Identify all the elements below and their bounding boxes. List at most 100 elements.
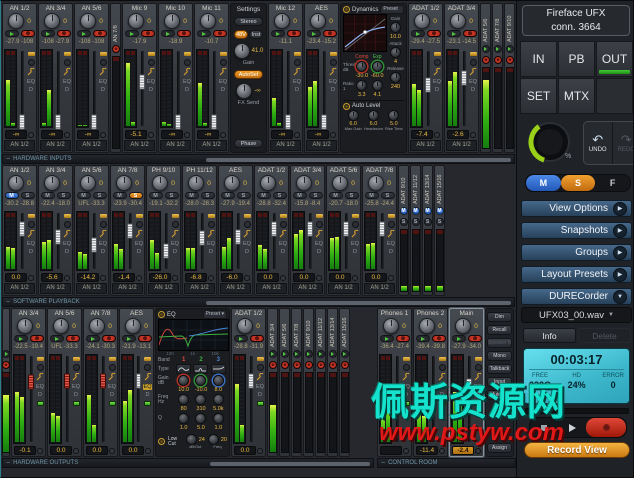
trim-button[interactable] — [219, 58, 227, 66]
wrench-icon[interactable] — [207, 230, 215, 238]
pan-knob[interactable] — [383, 318, 400, 334]
trim-button[interactable] — [108, 363, 116, 371]
scrollbar[interactable] — [206, 157, 511, 162]
dynamics-indicator[interactable]: D — [389, 249, 393, 255]
play-indicator[interactable] — [415, 335, 430, 342]
eq-indicator[interactable]: EQ — [99, 241, 107, 247]
mono-button[interactable]: Mono — [487, 351, 512, 361]
dynamics-indicator[interactable]: D — [74, 392, 78, 398]
record-indicator[interactable] — [20, 30, 35, 37]
assign-label[interactable]: AN 1/2 — [76, 283, 107, 294]
wrench-icon[interactable] — [387, 230, 395, 238]
mute-button[interactable]: M — [148, 192, 163, 199]
dynamics-power-icon[interactable] — [343, 6, 350, 13]
volume-fader[interactable] — [139, 49, 145, 128]
nav-out-button[interactable]: OUT — [596, 41, 633, 77]
info-button[interactable]: Info — [523, 328, 576, 343]
channel-menu-button[interactable] — [403, 447, 409, 454]
eq-indicator[interactable]: EQ — [351, 241, 359, 247]
trim-button[interactable] — [207, 220, 215, 228]
wrench-icon[interactable] — [183, 68, 191, 76]
low-cut-power-icon[interactable] — [158, 438, 165, 445]
record-indicator[interactable] — [176, 30, 191, 37]
trim-slider[interactable] — [279, 214, 287, 218]
channel-menu-button[interactable] — [316, 274, 322, 281]
dynamics-indicator[interactable]: D — [331, 87, 335, 93]
record-indicator[interactable] — [340, 361, 349, 369]
record-indicator[interactable] — [111, 45, 120, 53]
record-indicator[interactable] — [304, 361, 313, 369]
channel-strip-collapsed[interactable]: ADAT 11/12 M S — [410, 165, 421, 296]
channel-strip-collapsed[interactable]: ADAT 13/14 M S — [422, 165, 433, 296]
mute-button[interactable]: M — [40, 192, 55, 199]
cue-button[interactable] — [108, 400, 116, 406]
channel-strip-collapsed[interactable]: ADAT 15/16 M S — [434, 165, 445, 296]
trim-slider[interactable] — [474, 357, 482, 361]
dynamics-indicator[interactable]: D — [245, 249, 249, 255]
fader-handle[interactable] — [55, 229, 61, 245]
trim-button[interactable] — [279, 220, 287, 228]
fader-handle[interactable] — [379, 221, 385, 237]
volume-fader[interactable] — [321, 49, 327, 130]
mute-button[interactable]: M — [112, 192, 127, 199]
mute-button[interactable]: M — [364, 192, 379, 199]
wrench-icon[interactable] — [256, 373, 264, 381]
wrench-icon[interactable] — [36, 373, 44, 381]
channel-menu-button[interactable] — [64, 131, 70, 138]
channel-menu-button[interactable] — [64, 274, 70, 281]
expand-icon[interactable]: ▶ — [613, 267, 627, 282]
channel-menu-button[interactable] — [100, 131, 106, 138]
wrench-icon[interactable] — [99, 68, 107, 76]
band-3-type-button[interactable] — [210, 364, 226, 374]
trim-slider[interactable] — [351, 214, 359, 218]
eq-indicator[interactable]: EQ — [171, 241, 179, 247]
trim-slider[interactable] — [63, 214, 71, 218]
fader-handle[interactable] — [211, 114, 217, 130]
volume-fader[interactable] — [91, 211, 97, 271]
assign-label[interactable]: AN 1/2 — [196, 140, 227, 151]
hardware-outputs-bar[interactable]: − HARDWARE OUTPUTS — [2, 458, 374, 468]
dynamics-indicator[interactable]: D — [146, 392, 150, 398]
assign-label[interactable]: AN 1/2 — [40, 140, 71, 151]
channel-menu-button[interactable] — [280, 274, 286, 281]
exp-threshold-knob[interactable] — [371, 61, 383, 72]
assign-label[interactable]: AN 1/2 — [112, 283, 143, 294]
volume-fader[interactable] — [19, 49, 25, 130]
pan-knob[interactable] — [455, 318, 472, 334]
gain-knob[interactable] — [233, 43, 250, 59]
trim-button[interactable] — [293, 58, 301, 66]
play-indicator[interactable] — [446, 30, 461, 37]
record-indicator[interactable] — [316, 361, 325, 369]
record-indicator[interactable] — [56, 30, 71, 37]
assign-label[interactable]: AN 1/2 — [328, 283, 359, 294]
channel-strip-collapsed[interactable]: ADAT 3/4 — [267, 308, 278, 457]
mute-button[interactable]: M — [423, 207, 432, 215]
fader-handle[interactable] — [235, 229, 241, 245]
band-2-freq-knob[interactable] — [195, 394, 207, 405]
record-indicator[interactable] — [280, 361, 289, 369]
eq-indicator[interactable]: EQ — [108, 384, 116, 390]
play-indicator[interactable] — [292, 350, 301, 358]
volume-fader[interactable] — [127, 211, 133, 271]
dynamics-indicator[interactable]: D — [149, 87, 153, 93]
wrench-icon[interactable] — [329, 68, 337, 76]
dynamics-indicator[interactable]: D — [185, 87, 189, 93]
fader-handle[interactable] — [55, 114, 61, 130]
trim-button[interactable] — [171, 220, 179, 228]
trim-slider[interactable] — [171, 214, 179, 218]
pan-knob[interactable] — [8, 13, 25, 29]
channel-strip-collapsed[interactable]: ADAT 11/12 — [315, 308, 326, 457]
play-indicator[interactable] — [316, 350, 325, 358]
expand-icon[interactable]: ▶ — [613, 223, 627, 238]
play-indicator[interactable] — [124, 30, 139, 37]
channel-strip-collapsed[interactable]: ADAT 15/16 — [339, 308, 350, 457]
play-indicator[interactable] — [196, 30, 211, 37]
trim-slider[interactable] — [144, 357, 151, 361]
band-2-q-knob[interactable] — [195, 413, 207, 424]
volume-fader[interactable] — [199, 211, 205, 271]
mute-button[interactable]: M — [292, 192, 307, 199]
record-button[interactable] — [586, 418, 626, 437]
trim-slider[interactable] — [402, 357, 410, 361]
eq-indicator[interactable]: EQ — [27, 79, 35, 85]
eq-indicator[interactable]: EQ — [469, 79, 477, 85]
